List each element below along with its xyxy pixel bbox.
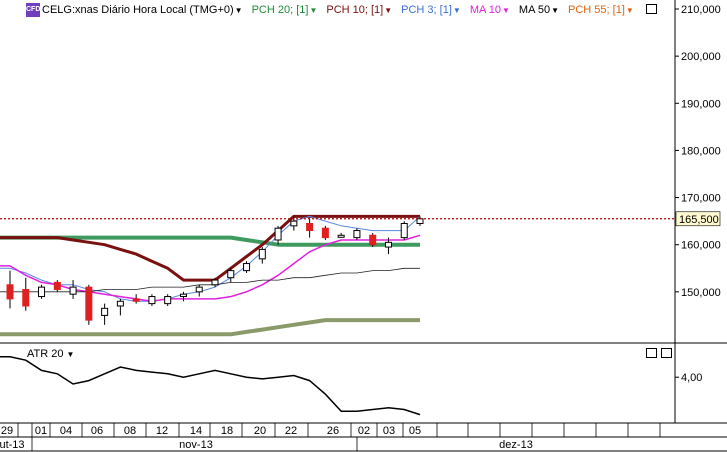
day-label: 01 — [35, 425, 47, 437]
candle-body — [321, 227, 329, 239]
candle-body — [22, 288, 30, 307]
candle-body — [243, 263, 251, 272]
cfd-icon: CFD — [26, 3, 40, 17]
legend-pch55[interactable]: PCH 55; [1]▼ — [568, 4, 634, 16]
legend-pch20[interactable]: PCH 20; [1]▼ — [252, 4, 318, 16]
day-label: 14 — [190, 425, 202, 437]
restore-icon[interactable] — [646, 348, 657, 358]
candle-body — [258, 248, 266, 260]
candle-body — [85, 286, 93, 321]
price-tick-label: 210,000 — [681, 4, 721, 16]
legend-pch3[interactable]: PCH 3; [1]▼ — [401, 4, 461, 16]
day-label: 04 — [60, 425, 72, 437]
candle-body — [306, 222, 314, 232]
atr-tick-label: 4,00 — [681, 372, 702, 384]
chart-header: CFD CELG:xnas Diário Hora Local (TMG+0)▼… — [0, 0, 643, 20]
price-tick-label: 190,000 — [681, 98, 721, 110]
price-tick-label: 170,000 — [681, 193, 721, 205]
candle-body — [69, 286, 77, 295]
day-label: 26 — [327, 425, 339, 437]
day-label: 05 — [409, 425, 421, 437]
price-tick-label: 160,000 — [681, 240, 721, 252]
candle-body — [384, 241, 392, 248]
candle-body — [179, 293, 187, 298]
candle-body — [274, 227, 282, 241]
candle-body — [6, 284, 14, 300]
legend-ma10[interactable]: MA 10▼ — [470, 4, 510, 16]
day-label: 03 — [383, 425, 395, 437]
atr-label[interactable]: ATR 20 ▼ — [27, 348, 74, 360]
background — [0, 0, 727, 452]
candle-body — [337, 234, 345, 238]
chart-canvas: 4,00 210,000 200,000 190,000 180,000 170,000… — [0, 0, 727, 452]
candle-body — [369, 234, 377, 246]
maximize-icon[interactable] — [646, 4, 657, 14]
candle-body — [148, 296, 156, 305]
candle-body — [38, 286, 46, 298]
month-label: dez-13 — [499, 439, 533, 451]
price-tick-label: 150,000 — [681, 287, 721, 299]
legend-ma50[interactable]: MA 50▼ — [519, 4, 559, 16]
close-icon[interactable] — [661, 348, 672, 358]
candle-body — [416, 218, 424, 224]
day-label: 08 — [124, 425, 136, 437]
day-label: 22 — [285, 425, 297, 437]
day-label: 20 — [254, 425, 266, 437]
candle-body — [101, 307, 109, 316]
candle-body — [353, 230, 361, 239]
candle-body — [164, 296, 172, 305]
candle-body — [195, 286, 203, 293]
day-label: 29 — [1, 425, 13, 437]
month-label: ut-13 — [0, 439, 25, 451]
price-tick-label: 180,000 — [681, 145, 721, 157]
symbol-title[interactable]: CELG:xnas Diário Hora Local (TMG+0)▼ — [42, 4, 243, 16]
legend-pch10[interactable]: PCH 10; [1]▼ — [326, 4, 392, 16]
price-tick-label: 200,000 — [681, 51, 721, 63]
grid-lines — [0, 0, 727, 452]
candle-body — [290, 220, 298, 227]
candle-body — [211, 279, 219, 286]
day-label: 02 — [358, 425, 370, 437]
day-label: 12 — [156, 425, 168, 437]
candle-body — [400, 222, 408, 239]
day-label: 06 — [91, 425, 103, 437]
day-label: 18 — [221, 425, 233, 437]
current-price-label: 165,500 — [679, 214, 719, 226]
month-label: nov-13 — [179, 439, 213, 451]
candle-body — [227, 270, 235, 279]
candle-body — [53, 281, 61, 290]
candle-body — [132, 298, 140, 302]
candle-body — [116, 300, 124, 307]
